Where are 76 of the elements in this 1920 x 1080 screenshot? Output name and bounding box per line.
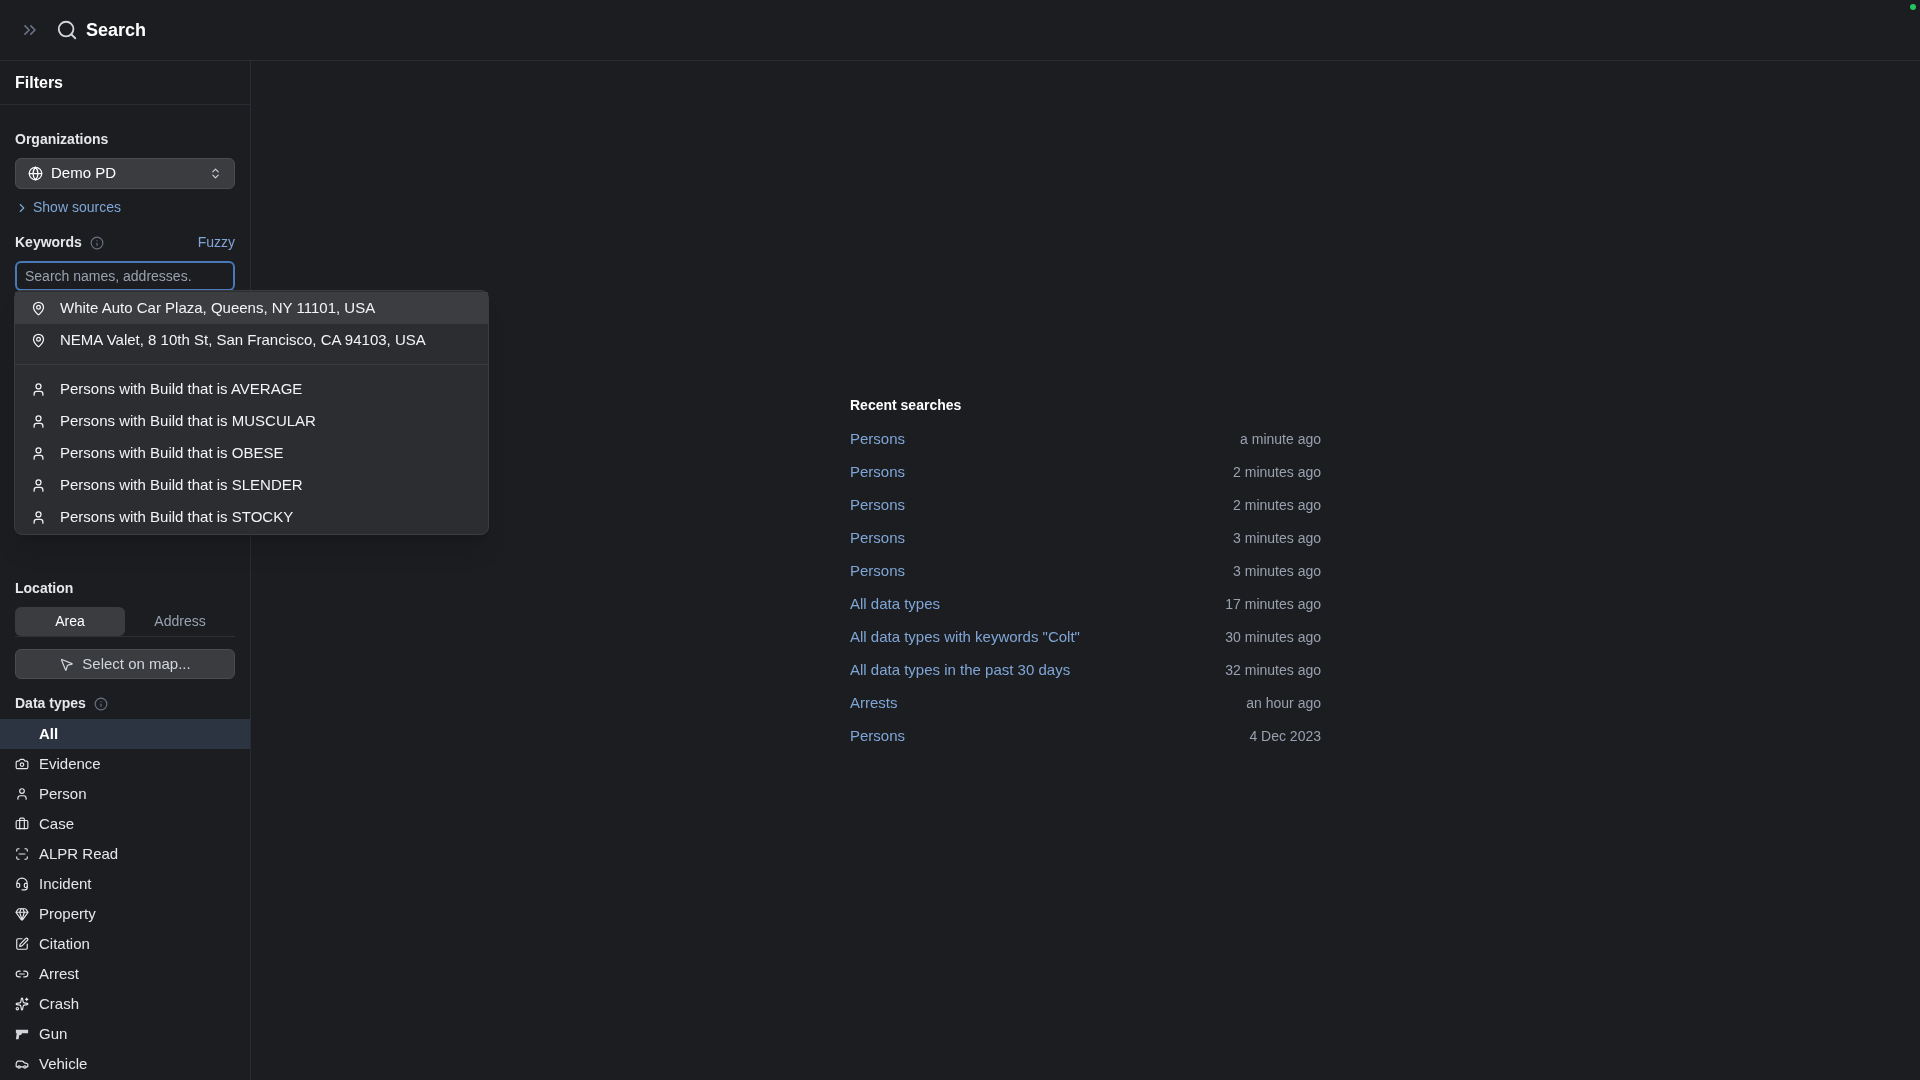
organization-select[interactable]: Demo PD (15, 158, 235, 189)
data-type-item[interactable]: Crash (0, 989, 250, 1019)
info-icon[interactable] (89, 235, 104, 250)
recent-search-link[interactable]: All data types (850, 593, 941, 616)
suggestion-item[interactable]: Persons with Build that is SLENDER (15, 469, 488, 501)
recent-search-link[interactable]: Persons (850, 461, 906, 484)
data-type-item[interactable]: ALPR Read (0, 839, 250, 869)
location-tab[interactable]: Address (125, 607, 235, 636)
filters-heading: Filters (15, 72, 63, 93)
person-icon (15, 787, 29, 801)
data-type-item[interactable]: Property (0, 899, 250, 929)
search-time: 2 minutes ago (1233, 496, 1321, 515)
data-type-item[interactable]: Case (0, 809, 250, 839)
gem-icon (15, 907, 29, 921)
location-label: Location (15, 579, 75, 598)
search-time: 32 minutes ago (1225, 661, 1321, 680)
camera-icon (15, 757, 29, 771)
scan-icon (15, 847, 29, 861)
recent-search-link[interactable]: Persons (850, 494, 906, 517)
search-time: 2 minutes ago (1233, 463, 1321, 482)
person-icon (31, 477, 46, 493)
gun-icon (15, 1027, 29, 1041)
data-type-item[interactable]: Citation (0, 929, 250, 959)
person-icon (31, 509, 46, 525)
suggestion-item[interactable]: Persons with Build that is STOCKY (15, 501, 488, 533)
search-time: 3 minutes ago (1233, 529, 1321, 548)
search-time: 17 minutes ago (1225, 595, 1321, 614)
pointer-icon (59, 656, 75, 672)
fuzzy-toggle[interactable]: Fuzzy (197, 232, 235, 253)
burst-icon (15, 997, 29, 1011)
data-type-item[interactable]: Incident (0, 869, 250, 899)
recent-search-link[interactable]: All data types in the past 30 days (850, 659, 1071, 682)
recent-search-link[interactable]: Persons (850, 527, 906, 550)
data-type-item[interactable]: All (0, 719, 250, 749)
show-sources-link[interactable]: Show sources (15, 197, 235, 218)
suggestion-item[interactable]: Persons with Build that is AVERAGE (15, 373, 488, 405)
data-types-label: Data types (15, 694, 86, 713)
recent-searches-heading: Recent searches (850, 396, 963, 415)
car-icon (15, 1057, 29, 1071)
person-icon (31, 445, 46, 461)
search-time: a minute ago (1240, 430, 1321, 449)
suggestion-item[interactable]: White Auto Car Plaza, Queens, NY 11101, USA (15, 292, 488, 324)
data-type-item[interactable]: Gun (0, 1019, 250, 1049)
page-title: Search (86, 18, 147, 42)
globe-icon (28, 166, 43, 181)
map-pin-icon (31, 300, 46, 316)
search-time: an hour ago (1246, 694, 1321, 713)
search-time: 30 minutes ago (1225, 628, 1321, 647)
search-time: 3 minutes ago (1233, 562, 1321, 581)
select-on-map-button[interactable]: Select on map... (15, 649, 235, 679)
data-type-item[interactable]: Arrest (0, 959, 250, 989)
suggestion-item[interactable]: Persons with Build that is OBESE (15, 437, 488, 469)
recent-search-link[interactable]: Persons (850, 428, 906, 451)
keywords-label: Keywords (15, 233, 82, 252)
suggestion-item[interactable]: Persons with Build that is MUSCULAR (15, 405, 488, 437)
up-down-icon (209, 167, 222, 180)
recent-search-link[interactable]: Arrests (850, 692, 898, 715)
recent-search-link[interactable]: All data types with keywords "Colt" (850, 626, 1080, 649)
recent-search-link[interactable]: Persons (850, 560, 906, 583)
search-time: 4 Dec 2023 (1249, 727, 1321, 746)
map-pin-icon (31, 332, 46, 348)
search-icon (56, 19, 78, 41)
location-tab[interactable]: Area (15, 607, 125, 636)
suggestion-item[interactable]: NEMA Valet, 8 10th St, San Francisco, CA 94103, USA (15, 324, 488, 356)
data-type-item[interactable]: Person (0, 779, 250, 809)
recent-search-link[interactable]: Persons (850, 725, 906, 748)
person-icon (31, 381, 46, 397)
info-icon[interactable] (93, 696, 108, 711)
headset-icon (15, 877, 29, 891)
briefcase-icon (15, 817, 29, 831)
data-type-item[interactable]: Vehicle (0, 1049, 250, 1079)
organizations-label: Organizations (15, 130, 110, 149)
person-icon (31, 413, 46, 429)
keywords-input[interactable]: Search names, addresses. (15, 261, 235, 291)
pen-square-icon (15, 937, 29, 951)
data-type-item[interactable]: Evidence (0, 749, 250, 779)
